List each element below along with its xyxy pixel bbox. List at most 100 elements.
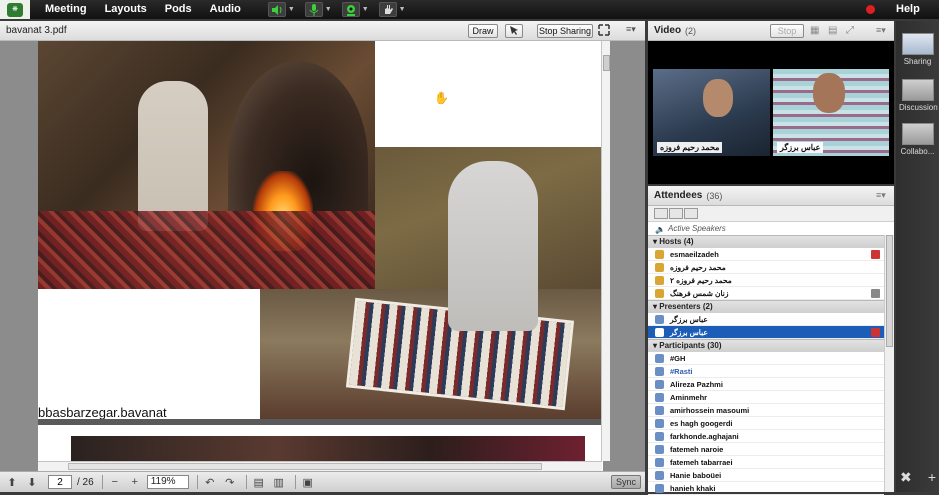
hosts-group-header[interactable]: ▾ Hosts (4) xyxy=(648,235,884,248)
hosts-header-label: Hosts (4) xyxy=(659,237,694,246)
record-icon[interactable] xyxy=(866,5,875,14)
webcam-dropdown-icon[interactable]: ▼ xyxy=(362,6,369,13)
list-item[interactable]: زنان شمس فرهنگ xyxy=(648,287,884,300)
layout-discussion[interactable]: Discussion xyxy=(899,79,938,112)
menu-layouts[interactable]: Layouts xyxy=(96,0,156,19)
document-toolbar: ⬆ ⬇ / 26 − + 119% ↶ ↷ ▤ ▥ ▣ Sync xyxy=(0,471,645,492)
host-icon xyxy=(655,250,664,259)
status-view-icon[interactable] xyxy=(669,208,683,219)
fit-page-icon[interactable]: ▥ xyxy=(271,475,287,489)
kneeling-man-figure xyxy=(448,161,538,331)
toolbar-separator xyxy=(245,475,247,489)
rotate-right-icon[interactable]: ↷ xyxy=(222,475,238,489)
attendee-name: Alireza Pazhmi xyxy=(670,380,723,389)
list-item[interactable]: عباس برزگر xyxy=(648,313,884,326)
photo-bread-oven xyxy=(38,41,375,289)
stop-sharing-button[interactable]: Stop Sharing xyxy=(537,24,593,38)
microphone-dropdown-icon[interactable]: ▼ xyxy=(325,6,332,13)
sync-button[interactable]: Sync xyxy=(611,475,641,489)
next-page-icon[interactable]: ⬇ xyxy=(24,475,40,489)
mic-muted-icon xyxy=(871,328,880,337)
vertical-scroll-thumb[interactable] xyxy=(603,55,610,71)
attendee-name: عباس برزگر xyxy=(670,315,708,324)
layout-collaboration[interactable]: Collabo... xyxy=(899,123,936,156)
attendee-name: محمد رحیم فروزه ۲ xyxy=(670,276,732,285)
help-menu[interactable]: Help xyxy=(896,0,920,19)
zoom-out-icon[interactable]: − xyxy=(107,475,123,489)
video-feed-1[interactable]: محمد رحیم فروزه xyxy=(653,69,770,156)
presenters-group-header[interactable]: ▾ Presenters (2) xyxy=(648,300,884,313)
list-item[interactable]: #Rasti xyxy=(648,365,884,378)
participant-icon xyxy=(655,471,664,480)
pod-options-icon[interactable]: ≡▾ xyxy=(626,24,636,35)
participants-group-header[interactable]: ▾ Participants (30) xyxy=(648,339,884,352)
list-item[interactable]: amirhossein masoumi xyxy=(648,404,884,417)
menu-meeting[interactable]: Meeting xyxy=(36,0,96,19)
list-item[interactable]: esmaeilzadeh xyxy=(648,248,884,261)
list-item[interactable]: #GH xyxy=(648,352,884,365)
attendee-name: Hanie baboüei xyxy=(670,471,722,480)
list-item[interactable]: es hagh googerdi xyxy=(648,417,884,430)
zoom-select[interactable]: 119% xyxy=(146,475,189,489)
participant-icon xyxy=(655,445,664,454)
speaker-icon[interactable] xyxy=(267,2,286,17)
list-item[interactable]: farkhonde.aghajani xyxy=(648,430,884,443)
app-logo: ❋ xyxy=(0,0,30,19)
expand-video-icon[interactable]: ⤢ xyxy=(846,25,854,36)
fullscreen-icon[interactable] xyxy=(598,24,610,37)
participant-icon xyxy=(655,354,664,363)
draw-button[interactable]: Draw xyxy=(468,24,498,38)
video-options-icon[interactable]: ≡▾ xyxy=(876,25,886,36)
webcam-icon[interactable] xyxy=(341,2,360,17)
page-total: / 26 xyxy=(77,476,94,488)
video-feed-2[interactable]: عباس برزگر xyxy=(773,69,889,156)
list-item[interactable]: Hanie baboüei xyxy=(648,469,884,482)
breakout-view-icon[interactable] xyxy=(684,208,698,219)
horizontal-scrollbar[interactable] xyxy=(38,461,602,471)
list-item[interactable]: Aminmehr xyxy=(648,391,884,404)
list-item[interactable]: fatemeh tabarraei xyxy=(648,456,884,469)
list-item[interactable]: hanieh khaki xyxy=(648,482,884,495)
participant-icon xyxy=(655,458,664,467)
filmstrip-layout-icon[interactable]: ▤ xyxy=(828,25,837,36)
menu-audio[interactable]: Audio xyxy=(201,0,250,19)
rug-pattern xyxy=(38,211,375,289)
list-view-icon[interactable] xyxy=(654,208,668,219)
rotate-left-icon[interactable]: ↶ xyxy=(202,475,218,489)
top-menu-bar: ❋ Meeting Layouts Pods Audio ▼ ▼ ▼ ▼ Hel… xyxy=(0,0,939,19)
page-number-input[interactable] xyxy=(48,475,72,489)
document-page: bbasbarzegar.bavanat xyxy=(38,41,603,471)
grid-layout-icon[interactable]: ▦ xyxy=(810,25,819,36)
host-icon xyxy=(655,276,664,285)
sync-view-icon[interactable]: ▣ xyxy=(300,475,316,489)
list-item[interactable]: محمد رحیم فروزه xyxy=(648,261,884,274)
list-item[interactable]: محمد رحیم فروزه ۲ xyxy=(648,274,884,287)
attendee-scrollbar[interactable] xyxy=(884,235,894,492)
menu-pods[interactable]: Pods xyxy=(156,0,201,19)
horizontal-scroll-thumb[interactable] xyxy=(68,463,542,470)
layout-label: Collabo... xyxy=(900,147,935,156)
vertical-scrollbar[interactable] xyxy=(601,41,610,461)
list-item[interactable]: fatemeh naroie xyxy=(648,443,884,456)
add-layout-icon[interactable]: + xyxy=(928,469,936,486)
presenter-icon xyxy=(655,328,664,337)
presenter-icon xyxy=(655,315,664,324)
list-item-selected[interactable]: عباس برزگر xyxy=(648,326,884,339)
attendee-scroll-thumb[interactable] xyxy=(886,235,893,347)
layout-sharing[interactable]: Sharing xyxy=(899,33,936,66)
fit-width-icon[interactable]: ▤ xyxy=(251,475,267,489)
microphone-icon[interactable] xyxy=(304,2,323,17)
raise-hand-icon[interactable] xyxy=(378,2,397,17)
zoom-in-icon[interactable]: + xyxy=(127,475,143,489)
tools-icon[interactable]: ✖ xyxy=(900,469,912,486)
first-page-icon[interactable]: ⬆ xyxy=(4,475,20,489)
stop-video-button[interactable]: Stop xyxy=(770,24,804,38)
list-item[interactable]: Alireza Pazhmi xyxy=(648,378,884,391)
status-dropdown-icon[interactable]: ▼ xyxy=(399,6,406,13)
speaker-dropdown-icon[interactable]: ▼ xyxy=(288,6,295,13)
active-speakers: 🔈 Active Speakers xyxy=(648,223,894,235)
pointer-tool-button[interactable] xyxy=(505,24,523,38)
attendees-options-icon[interactable]: ≡▾ xyxy=(876,190,886,201)
participant-icon xyxy=(655,406,664,415)
document-viewport[interactable]: bbasbarzegar.bavanat ✋ xyxy=(0,41,645,471)
